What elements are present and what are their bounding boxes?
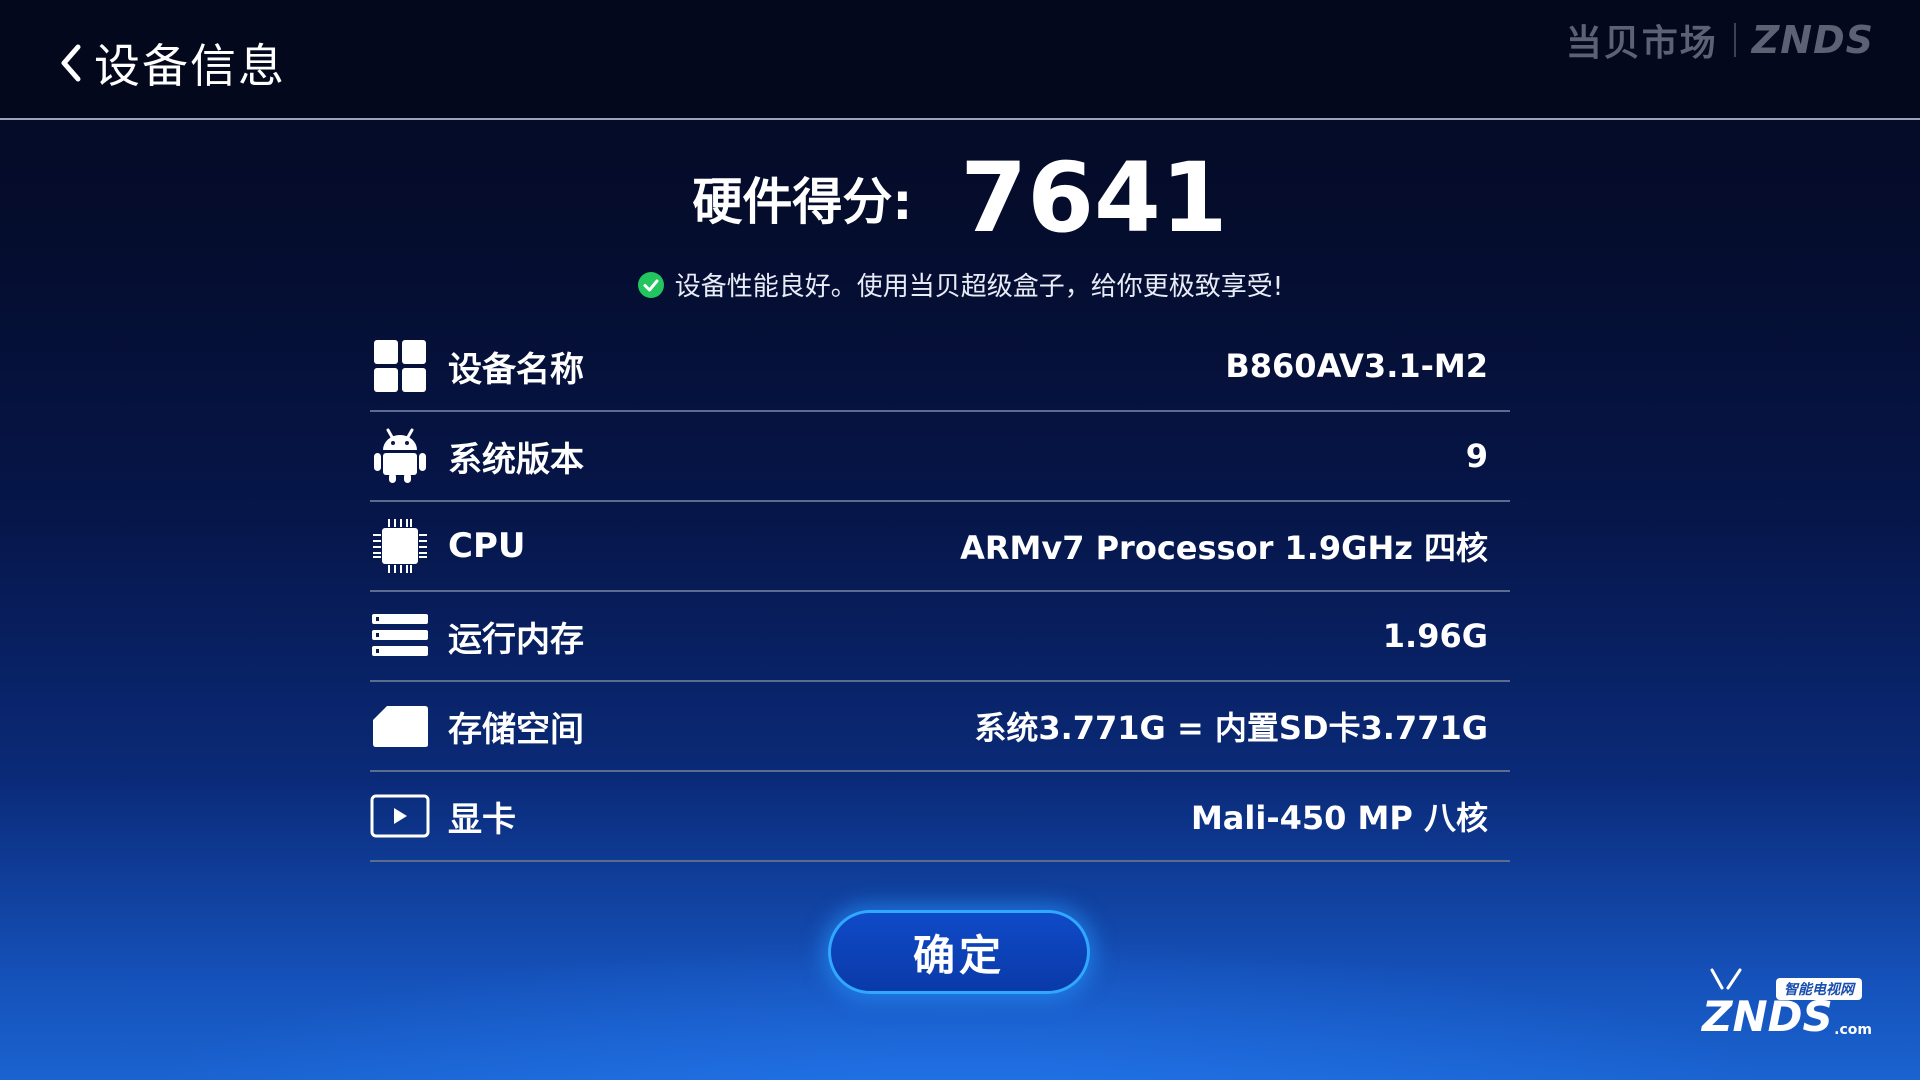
score-label: 硬件得分: [692, 173, 913, 231]
page-title: 设备信息 [94, 39, 286, 93]
row-label: CPU [448, 526, 526, 566]
hardware-score: 硬件得分: 7641 [0, 150, 1920, 246]
check-circle-icon [637, 271, 664, 298]
tv-antenna-icon [1710, 968, 1742, 990]
device-info-list: 设备名称 B860AV3.1-M2 系统版本 9 CPU ARMv7 Proce… [370, 322, 1510, 862]
top-bar: 设备信息 当贝市场 ZNDS [0, 0, 1920, 120]
row-label: 存储空间 [448, 709, 584, 750]
row-value: B860AV3.1-M2 [1225, 347, 1488, 385]
performance-text: 设备性能良好。使用当贝超级盒子，给你更极致享受! [674, 272, 1284, 302]
brand-logo: 当贝市场 ZNDS [1566, 14, 1874, 66]
row-label: 运行内存 [448, 619, 584, 660]
info-row-device-name: 设备名称 B860AV3.1-M2 [370, 322, 1510, 412]
sd-card-icon [370, 696, 430, 756]
row-value: 9 [1465, 437, 1488, 475]
info-row-memory: 运行内存 1.96G [370, 592, 1510, 682]
info-row-cpu: CPU ARMv7 Processor 1.9GHz 四核 [370, 502, 1510, 592]
play-icon [370, 786, 430, 846]
watermark-logo: 智能电视网 ZNDS .com [1692, 968, 1872, 1048]
score-value: 7641 [960, 142, 1228, 254]
android-icon [370, 426, 430, 486]
row-label: 显卡 [448, 799, 516, 840]
row-value: Mali-450 MP 八核 [1190, 799, 1488, 837]
performance-message: 设备性能良好。使用当贝超级盒子，给你更极致享受! [0, 266, 1920, 303]
info-row-gpu: 显卡 Mali-450 MP 八核 [370, 772, 1510, 862]
chevron-left-icon [61, 44, 81, 82]
brand-name-cn: 当贝市场 [1565, 23, 1718, 64]
info-row-system-version: 系统版本 9 [370, 412, 1510, 502]
chip-icon [370, 516, 430, 576]
watermark-text: ZNDS [1702, 992, 1833, 1041]
watermark-suffix: .com [1834, 1022, 1872, 1038]
row-value: 系统3.771G = 内置SD卡3.771G [974, 709, 1488, 747]
brand-name-en: ZNDS [1751, 18, 1874, 62]
grid-icon [370, 336, 430, 396]
row-label: 系统版本 [448, 439, 584, 480]
confirm-button[interactable]: 确定 [828, 910, 1090, 994]
row-value: 1.96G [1382, 617, 1488, 655]
brand-divider [1733, 23, 1736, 57]
row-value: ARMv7 Processor 1.9GHz 四核 [960, 529, 1488, 567]
memory-icon [370, 606, 430, 666]
back-button[interactable]: 设备信息 [56, 30, 286, 96]
info-row-storage: 存储空间 系统3.771G = 内置SD卡3.771G [370, 682, 1510, 772]
row-label: 设备名称 [448, 349, 584, 390]
